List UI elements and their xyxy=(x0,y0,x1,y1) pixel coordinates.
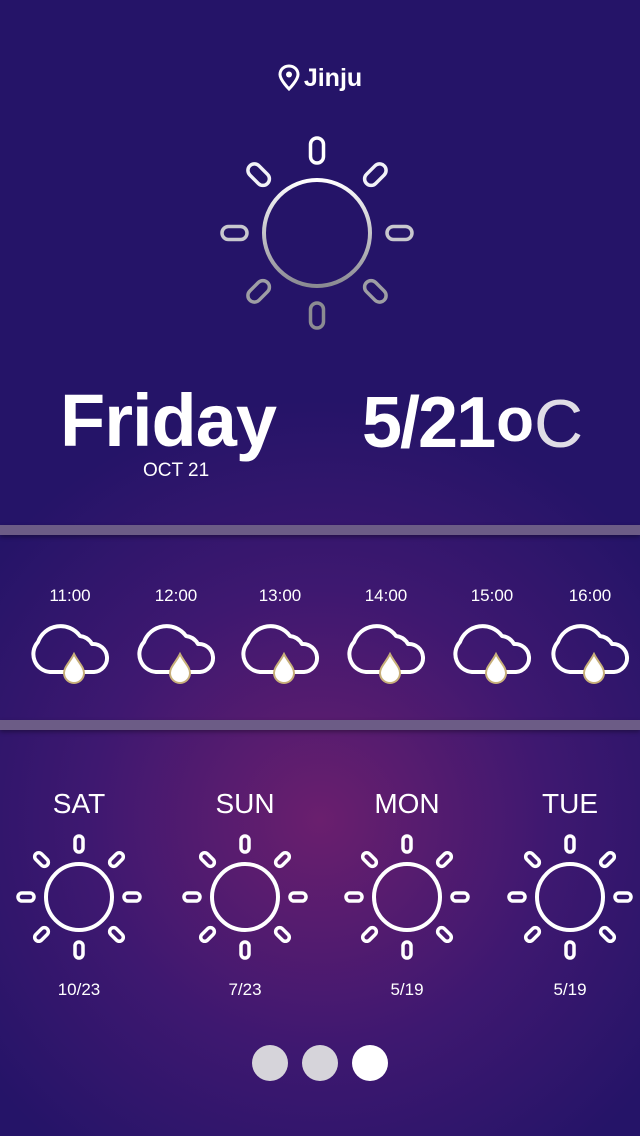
daily-item[interactable]: SUN 7/23 xyxy=(175,788,315,1000)
hour-time: 14:00 xyxy=(364,586,408,605)
divider-top xyxy=(0,525,640,535)
divider-bottom xyxy=(0,720,640,730)
rain-cloud-icon xyxy=(453,624,532,684)
rain-cloud-icon xyxy=(241,624,320,684)
temperature-range: 5/21 o C xyxy=(362,382,584,463)
rain-cloud-icon xyxy=(31,624,110,684)
hourly-item[interactable]: 15:00 xyxy=(444,586,540,686)
hour-time: 13:00 xyxy=(258,586,302,605)
daily-item[interactable]: MON 5/19 xyxy=(337,788,477,1000)
hour-time: 16:00 xyxy=(568,586,612,605)
hour-time: 11:00 xyxy=(49,586,91,605)
sun-icon xyxy=(507,834,633,960)
rain-cloud-icon xyxy=(347,624,426,684)
rain-cloud-icon xyxy=(137,624,216,684)
daily-day-name: TUE xyxy=(542,788,598,819)
hourly-item[interactable]: 11:00 xyxy=(22,586,118,686)
day-name: Friday xyxy=(60,379,277,462)
hourly-item[interactable]: 14:00 xyxy=(338,586,434,686)
daily-day-name: SUN xyxy=(215,788,275,819)
date-label: OCT 21 xyxy=(143,460,210,481)
location-name: Jinju xyxy=(303,63,363,92)
rain-cloud-icon xyxy=(551,624,630,684)
daily-temperature: 7/23 xyxy=(228,980,262,999)
sun-icon xyxy=(16,834,142,960)
hour-time: 15:00 xyxy=(470,586,514,605)
page-dot[interactable] xyxy=(252,1045,288,1081)
degree-symbol: o xyxy=(496,386,535,455)
page-dot[interactable] xyxy=(302,1045,338,1081)
daily-temperature: 5/19 xyxy=(553,980,587,999)
hourly-item[interactable]: 13:00 xyxy=(232,586,328,686)
sun-icon xyxy=(344,834,470,960)
hour-time: 12:00 xyxy=(154,586,198,605)
sun-icon xyxy=(182,834,308,960)
daily-day-name: SAT xyxy=(52,788,106,819)
page-dot[interactable] xyxy=(352,1045,388,1081)
hourly-item[interactable]: 16:00 xyxy=(542,586,638,686)
map-pin-icon xyxy=(278,64,300,92)
temperature-value: 5/21 xyxy=(362,383,496,463)
daily-temperature: 5/19 xyxy=(390,980,424,999)
location-header[interactable]: Jinju xyxy=(0,58,640,98)
page-indicator xyxy=(0,1045,640,1081)
daily-item[interactable]: TUE 5/19 xyxy=(500,788,640,1000)
unit-letter: C xyxy=(534,386,584,462)
daily-temperature: 10/23 xyxy=(57,980,101,999)
daily-day-name: MON xyxy=(374,788,440,819)
hourly-item[interactable]: 12:00 xyxy=(128,586,224,686)
sun-icon xyxy=(220,136,414,330)
daily-item[interactable]: SAT 10/23 xyxy=(9,788,149,1000)
